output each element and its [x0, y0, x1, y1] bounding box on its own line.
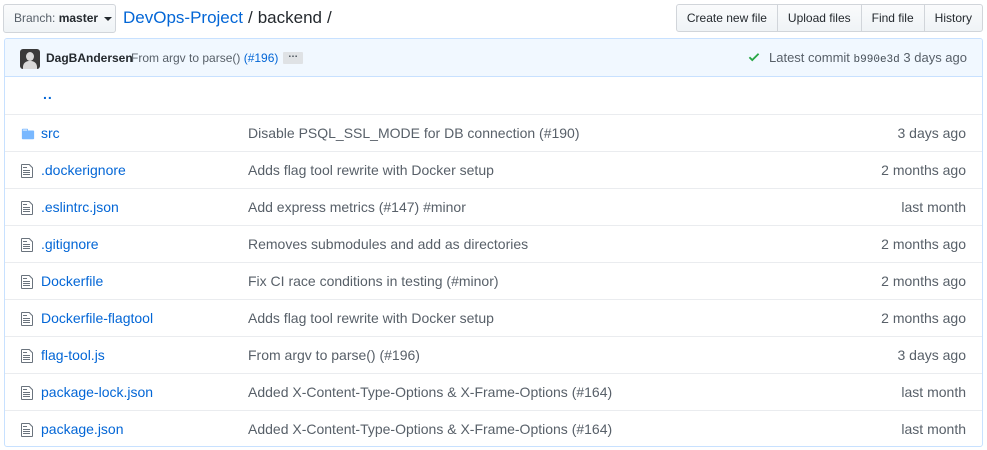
file-name-link[interactable]: .dockerignore: [41, 162, 126, 178]
file-browser: DagBAndersen From argv to parse() (#196)…: [4, 38, 983, 447]
commit-age: 3 days ago: [903, 50, 967, 65]
file-commit-message-link[interactable]: Removes submodules and add as directorie…: [248, 236, 528, 252]
file-name-link[interactable]: .eslintrc.json: [41, 199, 119, 215]
file-commit-message-link[interactable]: Adds flag tool rewrite with Docker setup: [248, 310, 494, 326]
file-name-link[interactable]: .gitignore: [41, 236, 99, 252]
branch-label: Branch:: [14, 11, 56, 25]
file-commit-age: last month: [901, 199, 966, 215]
file-icon: [20, 200, 36, 216]
file-row[interactable]: Dockerfile-flagtool Adds flag tool rewrit…: [5, 299, 982, 336]
file-icon: [20, 237, 36, 253]
breadcrumb: DevOps-Project / backend /: [123, 7, 337, 29]
file-commit-message-link[interactable]: From argv to parse() (#196): [248, 347, 420, 363]
file-row[interactable]: flag-tool.js From argv to parse() (#196) 3…: [5, 336, 982, 373]
check-icon[interactable]: [748, 50, 764, 65]
file-commit-age: last month: [901, 421, 966, 437]
file-name-link[interactable]: Dockerfile-flagtool: [41, 310, 153, 326]
file-name-link[interactable]: package.json: [41, 421, 124, 437]
file-row[interactable]: Dockerfile Fix CI race conditions in test…: [5, 262, 982, 299]
branch-select-button[interactable]: Branch: master: [3, 4, 116, 33]
upload-files-button[interactable]: Upload files: [776, 4, 862, 32]
breadcrumb-current-dir: backend: [257, 8, 322, 27]
caret-down-icon: [104, 16, 113, 21]
file-commit-age: 2 months ago: [881, 236, 966, 252]
breadcrumb-repo-link[interactable]: DevOps-Project: [123, 8, 243, 27]
latest-commit-bar: DagBAndersen From argv to parse() (#196)…: [5, 39, 982, 77]
file-icon: [20, 274, 36, 290]
file-icon: [20, 385, 36, 401]
file-commit-age: 2 months ago: [881, 162, 966, 178]
file-name-link[interactable]: src: [41, 125, 60, 141]
file-actions-group: Create new file Upload files Find file H…: [675, 4, 983, 32]
file-row[interactable]: .dockerignore Adds flag tool rewrite with…: [5, 151, 982, 188]
commit-message-link[interactable]: From argv to parse(): [131, 51, 240, 65]
history-button[interactable]: History: [923, 4, 983, 32]
branch-name: master: [58, 11, 99, 25]
folder-icon: [20, 127, 36, 143]
file-commit-age: 2 months ago: [881, 273, 966, 289]
file-name-link[interactable]: package-lock.json: [41, 384, 153, 400]
parent-directory-link[interactable]: ..: [43, 86, 53, 102]
file-commit-message-link[interactable]: Disable PSQL_SSL_MODE for DB connection …: [248, 125, 580, 141]
parent-directory-row[interactable]: ..: [5, 77, 982, 114]
expand-commit-message-button[interactable]: …: [283, 50, 303, 64]
commit-author-link[interactable]: DagBAndersen: [46, 51, 133, 65]
file-commit-message-link[interactable]: Add express metrics (#147) #minor: [248, 199, 466, 215]
file-commit-message-link[interactable]: Added X-Content-Type-Options & X-Frame-O…: [248, 384, 612, 400]
file-commit-age: 3 days ago: [897, 125, 967, 141]
commit-pr-link[interactable]: (#196): [244, 51, 279, 65]
file-commit-message-link[interactable]: Adds flag tool rewrite with Docker setup: [248, 162, 494, 178]
file-icon: [20, 163, 36, 179]
file-icon: [20, 422, 36, 438]
file-navigation: Branch: master DevOps-Project / backend / C…: [0, 0, 987, 36]
file-icon: [20, 348, 36, 364]
file-row[interactable]: package.json Added X-Content-Type-Options…: [5, 410, 982, 446]
file-row[interactable]: src Disable PSQL_SSL_MODE for DB connecti…: [5, 114, 982, 151]
file-row[interactable]: .eslintrc.json Add express metrics (#147)…: [5, 188, 982, 225]
file-row[interactable]: .gitignore Removes submodules and add as …: [5, 225, 982, 262]
commit-sha-link[interactable]: b990e3d: [854, 54, 900, 66]
file-commit-age: 3 days ago: [897, 347, 967, 363]
find-file-button[interactable]: Find file: [860, 4, 925, 32]
file-row[interactable]: package-lock.json Added X-Content-Type-Op…: [5, 373, 982, 410]
create-new-file-button[interactable]: Create new file: [675, 4, 778, 32]
breadcrumb-separator: /: [247, 8, 253, 27]
file-name-link[interactable]: Dockerfile: [41, 273, 103, 289]
commit-message: From argv to parse() (#196): [131, 51, 278, 65]
avatar[interactable]: [20, 49, 40, 69]
latest-commit-label: Latest commit: [769, 50, 850, 65]
file-commit-age: last month: [901, 384, 966, 400]
file-commit-age: 2 months ago: [881, 310, 966, 326]
file-commit-message-link[interactable]: Fix CI race conditions in testing (#mino…: [248, 273, 499, 289]
commit-meta: Latest commit b990e3d 3 days ago: [748, 50, 967, 66]
file-list: src Disable PSQL_SSL_MODE for DB connecti…: [5, 114, 982, 446]
file-name-link[interactable]: flag-tool.js: [41, 347, 105, 363]
breadcrumb-trailing-separator: /: [327, 8, 332, 27]
file-icon: [20, 311, 36, 327]
file-commit-message-link[interactable]: Added X-Content-Type-Options & X-Frame-O…: [248, 421, 612, 437]
